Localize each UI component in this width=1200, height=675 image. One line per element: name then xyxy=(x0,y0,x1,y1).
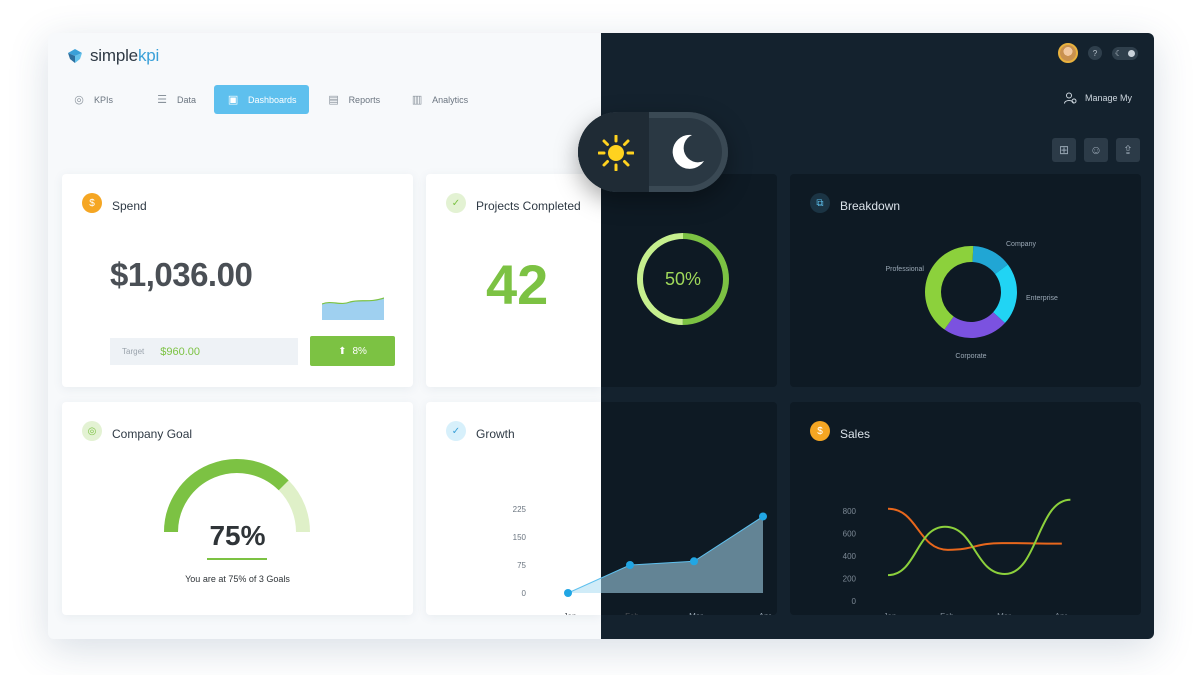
y-tick-label: 75 xyxy=(517,561,526,570)
nav-label: Reports xyxy=(348,94,381,105)
moon-icon xyxy=(672,134,704,169)
y-tick-label: 0 xyxy=(522,589,527,598)
help-icon[interactable]: ? xyxy=(1088,46,1102,60)
goal-percent: 75% xyxy=(209,520,266,551)
moon-icon: ☾ xyxy=(1115,48,1123,58)
progress-ring: 50% xyxy=(637,233,729,325)
y-tick-label: 400 xyxy=(843,552,857,561)
logo-text: simplekpi xyxy=(90,46,160,65)
nav-dashboards[interactable]: ▣ Dashboards xyxy=(214,85,309,114)
nav-reports[interactable]: ▤ Reports xyxy=(315,85,393,114)
logo[interactable]: simplekpi xyxy=(66,46,159,66)
reports-icon: ▤ xyxy=(328,94,339,106)
add-widget-icon[interactable]: ⊞ xyxy=(1052,138,1076,162)
nav-label: Analytics xyxy=(432,94,469,105)
dollar-icon: $ xyxy=(82,193,102,213)
goal-underline xyxy=(207,558,267,560)
x-tick-label: Apr xyxy=(1055,612,1068,615)
theme-toggle-mini[interactable]: ☾ xyxy=(1112,46,1138,60)
toggle-knob xyxy=(1128,49,1135,57)
donut-label: Professional xyxy=(885,266,924,273)
spend-sparkline xyxy=(322,297,384,320)
dashboard-tools: ⊞ ☺ ⇪ xyxy=(1052,138,1140,162)
sales-card[interactable]: $ Sales 8006004002000JanFebMarApr xyxy=(790,402,1141,615)
change-value: 8% xyxy=(352,345,367,357)
goal-note: You are at 75% of 3 Goals xyxy=(185,574,290,584)
nav-data[interactable]: ☰ Data xyxy=(143,85,208,114)
card-title: Projects Completed xyxy=(476,199,581,213)
logo-mark-icon xyxy=(68,49,82,63)
x-tick-label: Feb xyxy=(625,612,639,615)
app-window: simplekpi ◎ KPIs ☰ Data ▣ Dashboards ▤ R… xyxy=(48,33,1154,639)
x-tick-label: Mar xyxy=(997,612,1011,615)
nav-label: Data xyxy=(177,94,197,105)
donut-slice xyxy=(993,264,1017,324)
theme-toggle[interactable] xyxy=(578,112,728,192)
growth-point xyxy=(626,561,634,569)
sales-series-line xyxy=(887,507,1062,551)
target-icon: ◎ xyxy=(74,94,84,106)
nav-label: Dashboards xyxy=(248,94,297,105)
growth-area-chart: 225 150 75 0 Jan Feb Mar Apr xyxy=(513,505,772,615)
share-icon[interactable]: ⇪ xyxy=(1116,138,1140,162)
main-nav: ◎ KPIs ☰ Data ▣ Dashboards ▤ Reports ▥ A… xyxy=(60,85,480,114)
spend-card[interactable]: $ Spend $1,036.00 Target $960.00 ⬆ 8% xyxy=(62,174,413,387)
manage-label: Manage My xyxy=(1084,93,1132,103)
dashboard-icon: ▣ xyxy=(227,94,239,106)
y-tick-label: 0 xyxy=(852,597,857,606)
donut-label: Enterprise xyxy=(1026,295,1058,302)
target-value: $960.00 xyxy=(160,345,200,358)
projects-card[interactable]: ✓ Projects Completed 42 xyxy=(426,174,601,387)
x-tick-label: Apr xyxy=(759,612,772,615)
sales-series-line xyxy=(887,498,1071,577)
y-tick-label: 800 xyxy=(843,507,857,516)
data-icon: ☰ xyxy=(157,94,167,106)
donut-label: Corporate xyxy=(955,353,986,360)
nav-analytics[interactable]: ▥ Analytics xyxy=(398,85,480,114)
growth-area xyxy=(568,516,763,593)
donut-label: Company xyxy=(1006,241,1036,248)
x-tick-label: Mar xyxy=(689,612,703,615)
projects-card-dark[interactable]: 50% xyxy=(601,174,777,387)
y-tick-label: 150 xyxy=(513,533,527,542)
analytics-icon: ▥ xyxy=(411,94,423,106)
change-badge: ⬆ 8% xyxy=(310,336,395,366)
arrow-up-icon: ⬆ xyxy=(338,345,347,357)
y-tick-label: 600 xyxy=(843,530,857,539)
header-actions: ? ☾ xyxy=(1058,43,1138,63)
progress-ring-label: 50% xyxy=(665,269,701,289)
breakdown-card[interactable]: ⧉ Breakdown Company Enterprise Corporate Pr… xyxy=(790,174,1141,387)
donut-slice xyxy=(925,246,974,330)
card-title: Company Goal xyxy=(112,427,193,441)
x-tick-label: Feb xyxy=(940,612,954,615)
target-label: Target xyxy=(122,347,145,356)
sun-icon xyxy=(598,135,634,171)
users-icon xyxy=(1063,92,1077,104)
breakdown-donut-chart: Company Enterprise Corporate Professional xyxy=(885,241,1058,360)
goal-icon: ◎ xyxy=(82,421,102,441)
manage-my-button[interactable]: Manage My xyxy=(1063,91,1132,105)
growth-point xyxy=(759,512,767,521)
check-icon: ✓ xyxy=(446,193,466,213)
nav-label: KPIs xyxy=(94,94,114,105)
spend-value: $1,036.00 xyxy=(110,256,253,293)
growth-point xyxy=(564,589,572,597)
card-title: Spend xyxy=(112,199,147,213)
company-goal-card[interactable]: ◎ Company Goal 75% You are at 75% of 3 G… xyxy=(62,402,413,615)
sales-line-chart: 800 600 400 200 0 Jan Feb Mar Apr xyxy=(843,498,1071,615)
avatar[interactable] xyxy=(1058,43,1078,63)
y-tick-label: 225 xyxy=(513,505,527,514)
growth-point xyxy=(690,557,698,566)
x-tick-label: Jan xyxy=(884,612,897,615)
donut-slice xyxy=(944,312,1005,338)
emoji-icon[interactable]: ☺ xyxy=(1084,138,1108,162)
x-tick-label: Jan xyxy=(564,612,577,615)
y-tick-label: 200 xyxy=(843,575,857,584)
projects-value: 42 xyxy=(486,253,549,316)
nav-kpis[interactable]: ◎ KPIs xyxy=(60,85,125,114)
target-box: Target $960.00 xyxy=(110,338,298,365)
